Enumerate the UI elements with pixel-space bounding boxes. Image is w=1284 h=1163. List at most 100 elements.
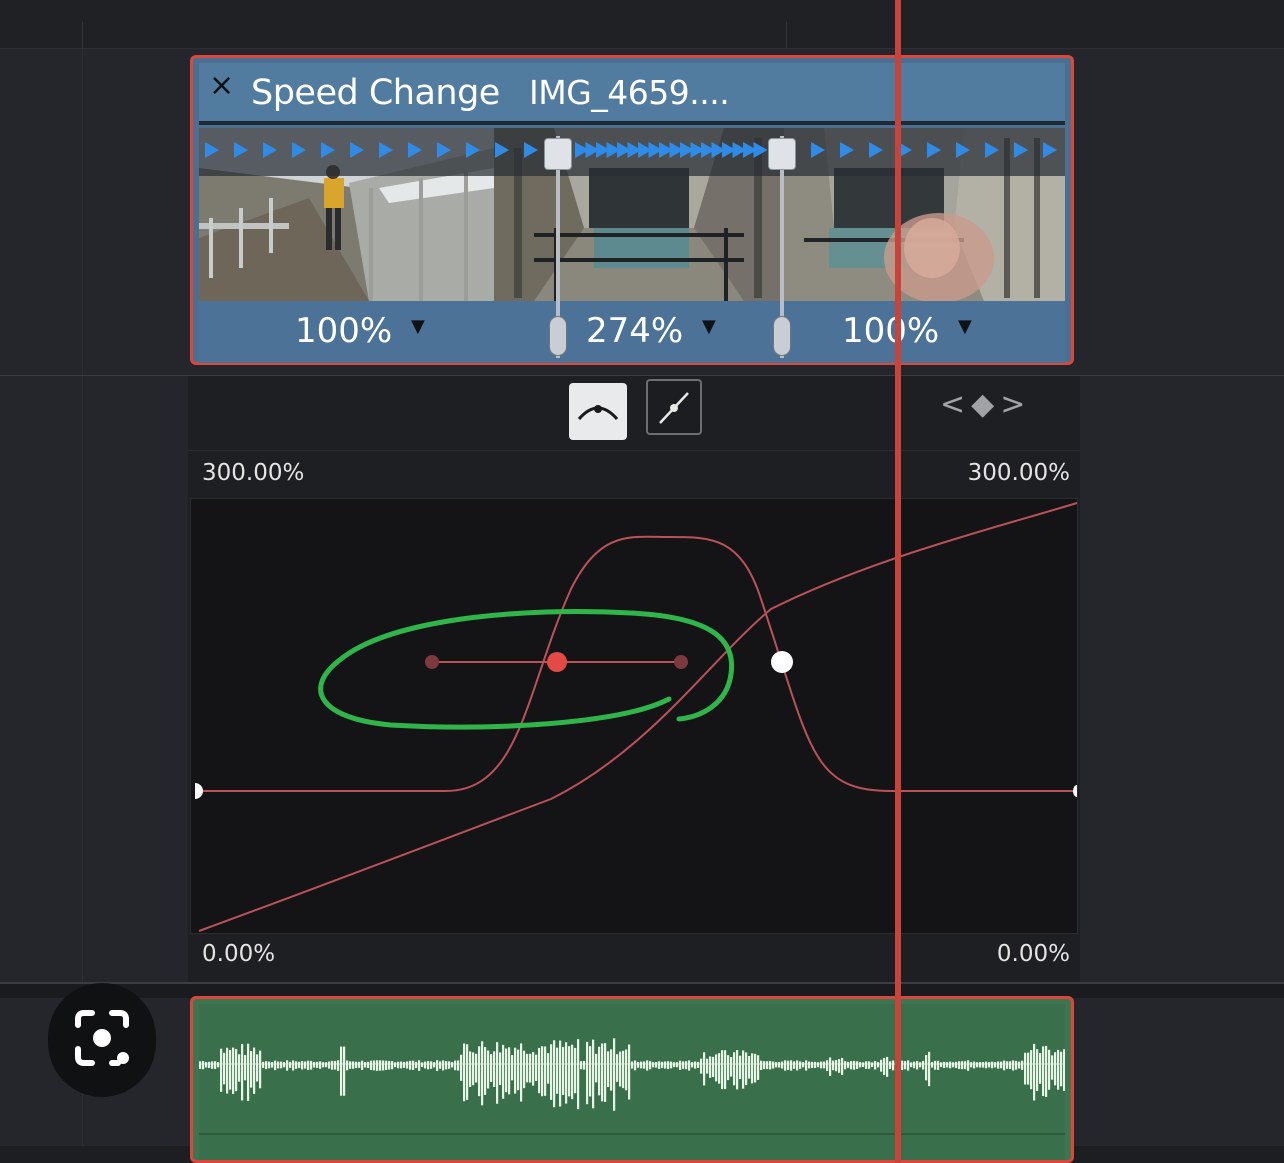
waveform-bar <box>964 1061 967 1070</box>
waveform-bar <box>889 1061 892 1069</box>
waveform-bar <box>820 1061 823 1069</box>
waveform-bar <box>634 1060 637 1071</box>
waveform-bar <box>1042 1046 1045 1097</box>
waveform-bar <box>904 1061 907 1070</box>
waveform-bar <box>484 1047 487 1095</box>
segment-3-speed[interactable]: 100% <box>842 311 939 351</box>
speed-point-2-pill[interactable] <box>773 316 791 356</box>
waveform-bar <box>514 1047 517 1094</box>
waveform-bar <box>397 1061 400 1069</box>
waveform-bar <box>472 1052 475 1086</box>
graph-divider <box>188 450 1080 451</box>
waveform-bar <box>838 1059 841 1073</box>
waveform-bar <box>499 1052 502 1086</box>
waveform-bar <box>1000 1061 1003 1069</box>
segment-3-dropdown-icon[interactable]: ▼ <box>958 317 972 337</box>
waveform-bar <box>778 1062 781 1068</box>
waveform-bar <box>679 1060 682 1070</box>
waveform-bar <box>937 1060 940 1070</box>
waveform-bar <box>340 1046 343 1096</box>
waveform-bar <box>469 1051 472 1087</box>
keyframe-navigation[interactable]: <◆> <box>940 388 1031 422</box>
waveform-bar <box>274 1060 277 1071</box>
thumbnail-strip <box>199 128 1065 301</box>
waveform-bar <box>637 1061 640 1068</box>
lens-search-button[interactable] <box>48 983 156 1097</box>
segment-1-speed[interactable]: 100% <box>295 311 392 351</box>
waveform-bar <box>448 1061 451 1069</box>
speed-arrow-icon <box>927 142 941 158</box>
waveform-bar <box>649 1061 652 1070</box>
waveform-bar <box>454 1060 457 1071</box>
waveform-bar <box>217 1062 220 1068</box>
waveform-bar <box>622 1050 625 1089</box>
waveform-bar <box>754 1053 757 1083</box>
waveform-bar <box>721 1050 724 1090</box>
waveform-bar <box>925 1055 928 1081</box>
waveform-bar <box>607 1051 610 1088</box>
speed-point-1-handle[interactable] <box>544 138 572 170</box>
waveform-bar <box>1018 1061 1021 1069</box>
speed-arrow-icon <box>263 142 277 158</box>
waveform-bar <box>466 1044 469 1100</box>
waveform-bar <box>415 1061 418 1069</box>
waveform-bar <box>583 1060 586 1070</box>
waveform-bar <box>436 1060 439 1071</box>
speed-arrow-icon <box>437 142 451 158</box>
clip-filename: IMG_4659.... <box>529 73 730 112</box>
waveform-bar <box>592 1039 595 1109</box>
waveform-bar <box>427 1061 430 1070</box>
waveform-bar <box>934 1060 937 1070</box>
speed-arrow-band <box>199 128 1065 176</box>
timeline-ruler[interactable] <box>0 0 1284 49</box>
segment-1-dropdown-icon[interactable]: ▼ <box>411 317 425 337</box>
linear-mode-button[interactable] <box>646 379 702 435</box>
waveform-bar <box>322 1062 325 1068</box>
waveform-bar <box>835 1060 838 1072</box>
curve-graph-svg <box>195 502 1078 932</box>
waveform-bar <box>394 1062 397 1068</box>
waveform-bar <box>238 1054 241 1082</box>
curve-graph[interactable] <box>190 498 1078 934</box>
waveform-bar <box>460 1054 463 1081</box>
audio-waveform-area <box>199 1004 1066 1160</box>
curve-mode-button[interactable] <box>569 383 627 440</box>
close-icon[interactable]: × <box>209 71 234 101</box>
waveform-bar <box>412 1060 415 1070</box>
waveform-bar <box>874 1060 877 1070</box>
audio-waveform <box>199 1038 1066 1135</box>
waveform-bar <box>943 1061 946 1068</box>
audio-clip[interactable] <box>190 996 1074 1163</box>
waveform-bar <box>361 1060 364 1070</box>
retime-curve-panel: <◆> 300.00% 300.00% 0.00% 0.00% <box>188 376 1080 982</box>
waveform-bar <box>478 1046 481 1097</box>
waveform-bar <box>319 1061 322 1069</box>
segment-2-speed[interactable]: 274% <box>586 311 683 351</box>
video-clip[interactable]: × Speed Change IMG_4659.... 100% ▼ 274% … <box>190 55 1074 365</box>
waveform-bar <box>748 1055 751 1079</box>
waveform-bar <box>1048 1049 1051 1090</box>
speed-arrow-icon <box>956 142 970 158</box>
waveform-bar <box>844 1061 847 1070</box>
speed-point-1-pill[interactable] <box>549 316 567 356</box>
waveform-bar <box>745 1052 748 1086</box>
waveform-bar <box>232 1047 235 1094</box>
segment-2-dropdown-icon[interactable]: ▼ <box>702 317 716 337</box>
playhead[interactable] <box>895 0 901 1163</box>
waveform-bar <box>289 1061 292 1068</box>
waveform-bar <box>814 1061 817 1068</box>
waveform-bar <box>358 1061 361 1068</box>
waveform-bar <box>841 1057 844 1076</box>
waveform-bar <box>742 1050 745 1089</box>
speed-arrow-icon <box>811 142 825 158</box>
waveform-bar <box>508 1047 511 1095</box>
waveform-bar <box>700 1058 703 1074</box>
waveform-bar <box>862 1062 865 1068</box>
waveform-bar <box>1054 1052 1057 1086</box>
waveform-bar <box>796 1060 799 1071</box>
speed-point-2-handle[interactable] <box>768 138 796 170</box>
waveform-bar <box>856 1061 859 1069</box>
waveform-bar <box>496 1042 499 1104</box>
waveform-bar <box>271 1062 274 1068</box>
waveform-bar <box>643 1061 646 1069</box>
